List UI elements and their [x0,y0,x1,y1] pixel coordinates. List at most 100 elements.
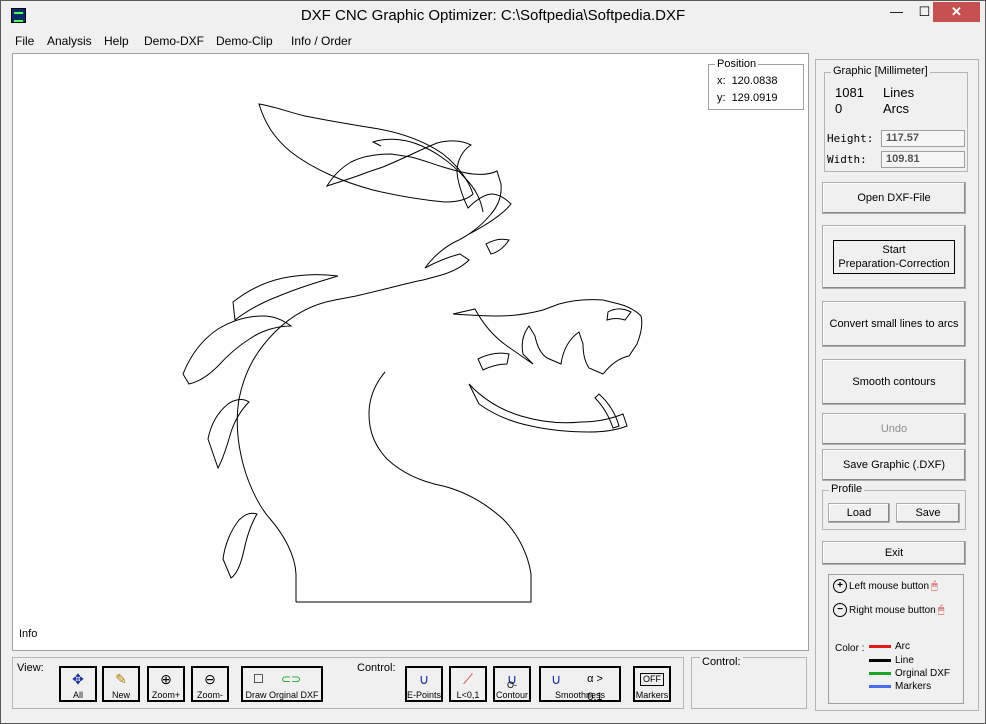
color-label: Color : [835,643,865,654]
zoom-minus-button[interactable]: ⊖ Zoom- [191,666,229,702]
left-mouse-row: + Left mouse button 🖱 [833,579,938,593]
smooth-contours-button[interactable]: Smooth contours [822,359,966,405]
color-arc-label: Arc [895,641,910,652]
position-legend: Position [715,58,759,70]
menu-help[interactable]: Help [104,34,129,48]
o-contour-button[interactable]: ∪ O-Contour [493,666,531,702]
zoom-in-icon: ⊕ [160,671,172,687]
color-original-label: Orginal DXF [895,668,951,679]
color-line-label: Line [895,655,914,666]
undo-button[interactable]: Undo [822,413,966,445]
segment-icon: ⟋ [463,671,473,687]
window-title: DXF CNC Graphic Optimizer: C:\Softpedia\… [300,7,686,24]
e-points-button[interactable]: ∪ E-Points [405,666,443,702]
control-label: Control: [357,662,396,674]
swatch-line [869,659,891,662]
menu-analysis[interactable]: Analysis [47,34,92,48]
open-dxf-button[interactable]: Open DXF-File [822,182,966,214]
off-toggle: OFF [640,673,664,686]
control-panel-secondary: Control: [691,656,807,709]
zoom-out-icon: − [833,603,847,617]
y-coordinate: y: 129.0919 [717,92,777,104]
main-window: DXF CNC Graphic Optimizer: C:\Softpedia\… [0,0,986,724]
width-field[interactable]: 109.81 [881,151,965,168]
color-row-original: Orginal DXF [869,668,950,679]
right-mouse-row: − Right mouse button 🖱 [833,603,944,617]
menu-demo-clip[interactable]: Demo-Clip [216,34,273,48]
minimize-button[interactable]: — [883,2,910,22]
view-all-button[interactable]: ✥ All [59,666,97,702]
color-row-markers: Markers [869,681,931,692]
x-coordinate: x: 120.0838 [717,75,777,87]
zoom-in-icon: + [833,579,847,593]
control-panel-label: Control: [700,656,743,668]
width-label: Width: [827,153,867,166]
exit-button[interactable]: Exit [822,541,966,565]
zoom-out-icon: ⊖ [204,671,216,687]
markers-button[interactable]: OFF Markers [633,666,671,702]
menu-demo-dxf[interactable]: Demo-DXF [144,34,204,48]
l01-button[interactable]: ⟋ L<0,1 [449,666,487,702]
markers-label: Markers [635,690,669,700]
graphic-legend: Graphic [Millimeter] [831,65,930,77]
x-value: 120.0838 [731,75,778,87]
swatch-original [869,672,891,675]
canvas-info-label: Info [19,628,38,640]
lines-count: 1081 [835,85,864,100]
start-correction-button[interactable]: Start Preparation-Correction [822,225,966,289]
left-mouse-label: Left mouse button [849,580,930,592]
color-markers-label: Markers [895,681,932,692]
smoothness-icon: ∪ [551,671,562,687]
bottom-toolbar: View: ✥ All ✎ New ⊕ Zoom+ ⊖ Zoom- ☐ ⊂⊃ D… [12,657,684,709]
color-row-arc: Arc [869,641,910,652]
swatch-markers [869,685,891,688]
arcs-label: Arcs [883,101,909,116]
draw-original-button[interactable]: ☐ ⊂⊃ Draw Orginal DXF [241,666,323,702]
l01-label: L<0,1 [456,690,480,700]
new-label: New [111,690,130,700]
brush-icon: ✎ [115,671,127,687]
profile-legend: Profile [829,483,865,495]
arrows-icon: ✥ [72,671,84,687]
mouse-color-legend: + Left mouse button 🖱 − Right mouse butt… [828,574,964,704]
start-label-2: Preparation-Correction [838,258,950,270]
dragon-drawing [182,103,643,603]
save-graphic-button[interactable]: Save Graphic (.DXF) [822,449,966,481]
arcs-count: 0 [835,101,843,116]
mouse-icon: 🖱 [937,603,945,616]
height-field[interactable]: 117.57 [881,130,965,147]
close-button[interactable]: ✕ [933,2,980,22]
zoom-minus-label: Zoom- [196,690,223,700]
menu-bar: File Analysis Help Demo-DXF Demo-Clip In… [1,31,985,51]
menu-info-order[interactable]: Info / Order [291,34,352,48]
profile-load-button[interactable]: Load [828,503,890,523]
right-mouse-label: Right mouse button [849,604,936,616]
e-points-label: E-Points [407,690,442,700]
height-label: Height: [827,132,874,145]
graphic-group: Graphic [Millimeter] 1081 Lines 0 Arcs H… [824,65,968,172]
o-contour-label: O-Contour [495,680,529,700]
view-all-label: All [72,690,83,700]
position-readout: Position x: 120.0838 y: 129.0919 [708,58,804,110]
zoom-plus-label: Zoom+ [151,690,181,700]
draw-original-label: Draw Orginal DXF [245,690,319,700]
new-button[interactable]: ✎ New [102,666,140,702]
original-shape-icon: ⊂⊃ [280,672,302,686]
drawing-canvas[interactable]: Position x: 120.0838 y: 129.0919 Info [12,53,809,651]
profile-group: Profile Load Save [822,483,966,530]
zoom-plus-button[interactable]: ⊕ Zoom+ [147,666,185,702]
profile-save-button[interactable]: Save [896,503,960,523]
smoothness-button[interactable]: ∪ α > 0.1 Smoothness [539,666,621,703]
title-bar: DXF CNC Graphic Optimizer: C:\Softpedia\… [1,1,985,31]
view-label: View: [17,662,44,674]
menu-file[interactable]: File [15,34,34,48]
y-value: 129.0919 [731,92,778,104]
smoothness-label: Smoothness [554,690,606,700]
y-label: y: [717,92,726,104]
color-row-line: Line [869,655,914,666]
start-label-1: Start [882,244,906,256]
lines-label: Lines [883,85,915,100]
alpha-threshold: α > 0.1 [587,673,603,703]
convert-lines-button[interactable]: Convert small lines to arcs [822,301,966,347]
swatch-arc [869,645,891,648]
